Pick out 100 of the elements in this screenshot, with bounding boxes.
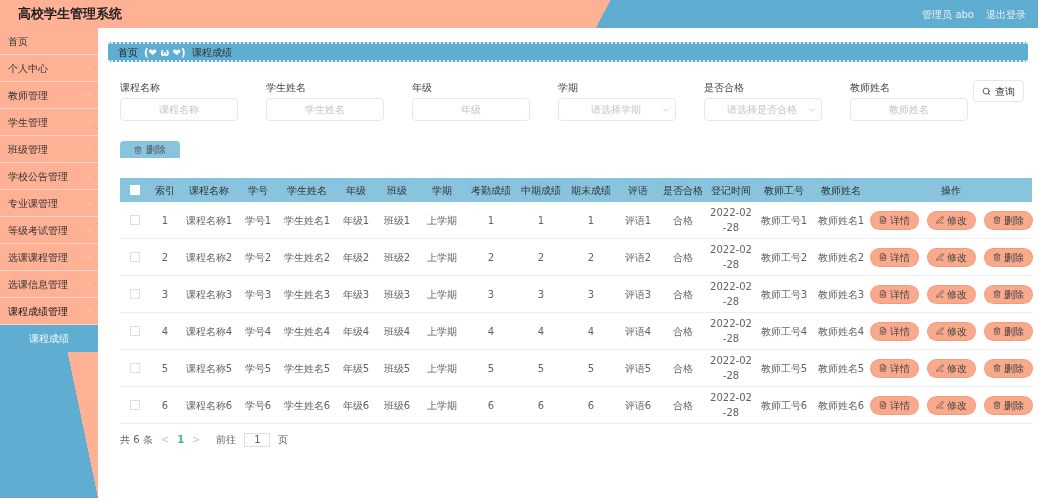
sidebar-item[interactable]: 个人中心: [0, 55, 98, 82]
table-cell-text: 3: [486, 287, 496, 302]
action-button[interactable]: 详情: [869, 247, 919, 267]
action-button[interactable]: 详情: [869, 210, 919, 230]
action-button[interactable]: 修改: [926, 358, 976, 378]
chevron-icon: [84, 252, 94, 262]
table-cell-text: 教师姓名3: [816, 287, 866, 302]
table-cell-text: 课程名称1: [184, 213, 234, 228]
action-icon: [935, 216, 944, 224]
table-cell-text: 教师工号6: [759, 398, 809, 413]
table-cell-text: 6: [536, 398, 546, 413]
action-button[interactable]: 修改: [926, 321, 976, 341]
action-button[interactable]: 详情: [869, 395, 919, 415]
table-cell-text: 2: [536, 250, 546, 265]
sidebar-item[interactable]: 首页: [0, 28, 98, 55]
table-cell-text: 教师姓名5: [816, 361, 866, 376]
table-cell-text: 上学期: [426, 398, 458, 413]
column-header: 索引: [154, 183, 176, 198]
table-cell-text: 课程名称6: [184, 398, 234, 413]
action-icon: [878, 364, 887, 372]
table-cell-text: 教师姓名1: [816, 213, 866, 228]
table-cell-text: 课程名称4: [184, 324, 234, 339]
checkbox[interactable]: [130, 400, 140, 410]
table-cell-text: 4: [536, 324, 546, 339]
action-button[interactable]: 删除: [983, 321, 1033, 341]
column-header: 评语: [627, 183, 649, 198]
table-cell-text: 课程名称2: [184, 250, 234, 265]
table-cell-text: 班级6: [382, 398, 412, 413]
table-cell-text: 合格: [672, 398, 694, 413]
action-button[interactable]: 删除: [983, 284, 1033, 304]
table-cell-text: 5: [586, 361, 596, 376]
action-icon: [878, 401, 887, 409]
sidebar-item[interactable]: 专业课管理: [0, 190, 98, 217]
table-cell-text: 2: [160, 250, 170, 265]
sidebar-item[interactable]: 等级考试管理: [0, 217, 98, 244]
checkbox[interactable]: [130, 363, 140, 373]
action-button[interactable]: 详情: [869, 321, 919, 341]
user-label: 管理员 abo: [922, 7, 974, 22]
checkbox[interactable]: [130, 326, 140, 336]
table-cell-text: 上学期: [426, 287, 458, 302]
action-icon: [992, 327, 1001, 335]
delete-button[interactable]: 删除: [120, 141, 180, 158]
table-cell-text: 教师工号2: [759, 250, 809, 265]
table-cell-text: 3: [586, 287, 596, 302]
table-cell-text: 教师姓名4: [816, 324, 866, 339]
table-cell-text: 班级2: [382, 250, 412, 265]
table-cell-text: 上学期: [426, 324, 458, 339]
table-cell-text: 课程名称3: [184, 287, 234, 302]
action-button[interactable]: 修改: [926, 284, 976, 304]
column-header: 教师工号: [763, 183, 805, 198]
breadcrumb-item[interactable]: 首页: [118, 44, 138, 60]
action-icon: [878, 290, 887, 298]
action-button[interactable]: 详情: [869, 358, 919, 378]
action-button[interactable]: 删除: [983, 210, 1033, 230]
table-cell-text: 教师工号1: [759, 213, 809, 228]
sidebar-item[interactable]: 班级管理: [0, 136, 98, 163]
sidebar-item[interactable]: 学生管理: [0, 109, 98, 136]
app-title: 高校学生管理系统: [18, 5, 122, 24]
action-icon: [935, 327, 944, 335]
action-button[interactable]: 删除: [983, 358, 1033, 378]
page-input[interactable]: 1: [244, 432, 271, 447]
checkbox[interactable]: [130, 289, 140, 299]
action-button[interactable]: 修改: [926, 395, 976, 415]
action-button[interactable]: 详情: [869, 284, 919, 304]
table-cell-text: 教师工号4: [759, 324, 809, 339]
table-cell-text: 5: [486, 361, 496, 376]
action-icon: [992, 364, 1001, 372]
table-cell-text: 4: [486, 324, 496, 339]
action-button[interactable]: 修改: [926, 247, 976, 267]
sidebar-item[interactable]: 学校公告管理: [0, 163, 98, 190]
action-icon: [992, 253, 1001, 261]
input-field[interactable]: 课程名称: [120, 98, 238, 121]
table-cell-text: 学生姓名1: [282, 213, 332, 228]
table-cell-text: 学号3: [243, 287, 273, 302]
search-button[interactable]: 查询: [973, 80, 1024, 102]
sidebar-item[interactable]: 教师管理: [0, 82, 98, 109]
table-cell-text: 评语6: [623, 398, 653, 413]
table-cell-text: 教师工号3: [759, 287, 809, 302]
sidebar-item[interactable]: 选课课程管理: [0, 244, 98, 271]
page-unit: 页: [278, 433, 289, 447]
table-cell-text: 合格: [672, 287, 694, 302]
filter-label: 年级: [412, 81, 433, 95]
action-icon: [935, 290, 944, 298]
table-cell-text: 学生姓名5: [282, 361, 332, 376]
table-cell-text: 2: [486, 250, 496, 265]
table-cell-text: 2022-02-28: [709, 391, 753, 420]
chevron-icon: [84, 117, 94, 127]
action-icon: [992, 290, 1001, 298]
action-button[interactable]: 删除: [983, 247, 1033, 267]
breadcrumb-item: (❤ ω ❤): [144, 45, 186, 60]
table-cell-text: 教师姓名6: [816, 398, 866, 413]
table-cell-text: 年级2: [341, 250, 371, 265]
checkbox[interactable]: [130, 252, 140, 262]
column-header: 考勤成绩: [470, 183, 512, 198]
action-icon: [935, 401, 944, 409]
table-cell-text: 学生姓名3: [282, 287, 332, 302]
checkbox[interactable]: [130, 215, 140, 225]
sidebar-item[interactable]: 选课信息管理: [0, 271, 98, 298]
action-button[interactable]: 删除: [983, 395, 1033, 415]
action-button[interactable]: 修改: [926, 210, 976, 230]
